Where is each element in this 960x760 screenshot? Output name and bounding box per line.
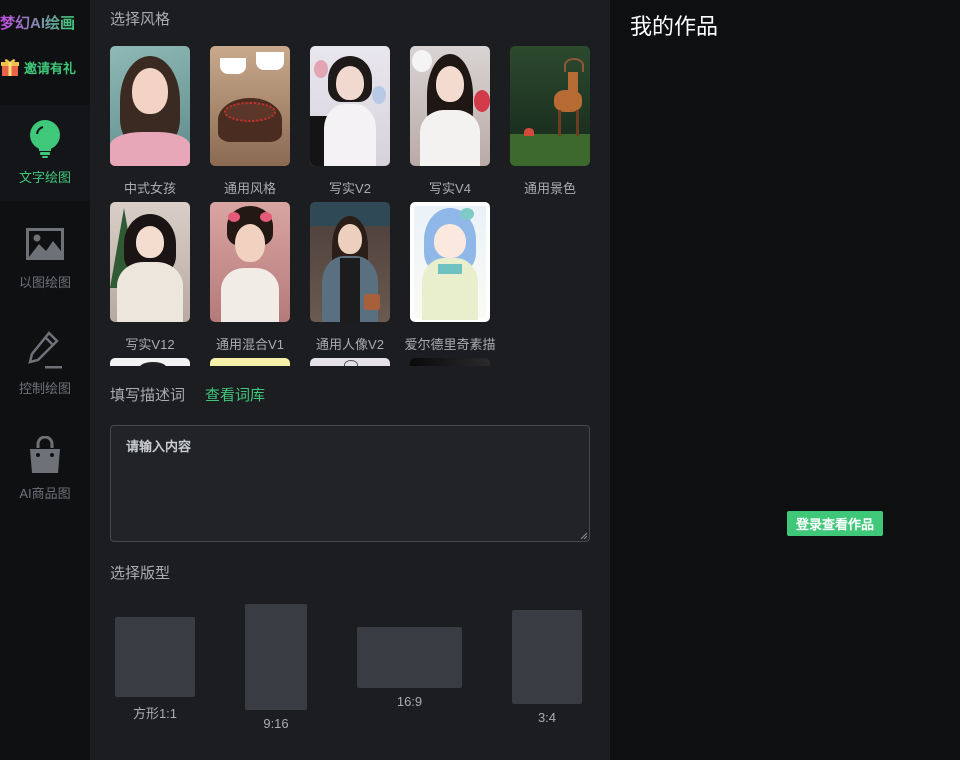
style-thumbnail: [110, 358, 190, 366]
format-option-3-4[interactable]: 3:4: [512, 610, 582, 725]
style-card[interactable]: 中式女孩: [110, 46, 190, 197]
format-preview: [115, 617, 195, 697]
style-thumbnail: [510, 46, 590, 166]
style-card[interactable]: 写实V4: [410, 46, 490, 197]
format-label: 方形1:1: [132, 706, 178, 721]
style-card[interactable]: 写实V12: [110, 202, 190, 353]
brand-logo-text[interactable]: 梦幻AI绘画: [0, 12, 90, 33]
prompt-label: 填写描述词: [110, 387, 186, 404]
style-label: 通用风格: [223, 181, 276, 196]
style-card[interactable]: 写实V2: [310, 46, 390, 197]
sidebar: 梦幻AI绘画 邀请有礼 文字绘图 以图绘图 控制绘图 AI商品图: [0, 0, 90, 760]
style-label: 通用景色: [523, 181, 576, 196]
format-preview: [357, 627, 462, 688]
style-card[interactable]: 爱尔德里奇素描: [404, 202, 496, 353]
nav-label: AI商品图: [19, 486, 71, 501]
style-thumbnail: [210, 46, 290, 166]
resize-handle-icon[interactable]: [580, 532, 588, 540]
format-option-landscape-16-9[interactable]: 16:9: [357, 627, 462, 709]
style-label: 写实V12: [125, 337, 175, 352]
style-thumbnail: [410, 202, 490, 322]
style-label: 通用人像V2: [316, 337, 384, 352]
lightbulb-icon: [25, 119, 65, 159]
format-label: 9:16: [263, 716, 289, 731]
format-label: 3:4: [537, 710, 557, 725]
style-card[interactable]: [310, 358, 390, 366]
style-grid: 中式女孩 通用风格 写实V2 写实V4 通用景色 写实V12 通用混合V1 通用…: [110, 46, 600, 366]
style-label: 爱尔德里奇素描: [404, 337, 496, 352]
prompt-header: 填写描述词 查看词库: [110, 384, 265, 405]
nav-ai-product-image[interactable]: AI商品图: [0, 421, 90, 517]
create-panel: 选择风格 中式女孩 通用风格 写实V2 写实V4 通用景色 写实V12 通用混合…: [90, 0, 610, 760]
style-thumbnail: [210, 358, 290, 366]
gift-icon: [0, 57, 20, 77]
format-option-square[interactable]: 方形1:1: [115, 617, 195, 722]
nav-label: 以图绘图: [18, 275, 71, 290]
format-option-portrait-9-16[interactable]: 9:16: [245, 604, 307, 731]
style-thumbnail: [410, 46, 490, 166]
style-thumbnail: [210, 202, 290, 322]
pen-icon: [25, 330, 65, 370]
style-label: 写实V2: [329, 181, 371, 196]
format-preview: [512, 610, 582, 704]
style-card[interactable]: 通用风格: [210, 46, 290, 197]
style-thumbnail: [110, 46, 190, 166]
style-thumbnail: [110, 202, 190, 322]
nav-label: 文字绘图: [18, 170, 71, 185]
login-to-view-works-button[interactable]: 登录查看作品: [787, 511, 883, 536]
view-word-library-link[interactable]: 查看词库: [205, 384, 265, 405]
my-works-title: 我的作品: [630, 14, 719, 39]
app-root: 梦幻AI绘画 邀请有礼 文字绘图 以图绘图 控制绘图 AI商品图 选择风格 中式…: [0, 0, 960, 760]
format-label: 16:9: [396, 694, 423, 709]
style-thumbnail: [410, 358, 490, 366]
nav-image-to-image[interactable]: 以图绘图: [0, 210, 90, 306]
invite-link[interactable]: 邀请有礼: [0, 56, 90, 78]
invite-label: 邀请有礼: [24, 60, 77, 76]
image-icon: [25, 224, 65, 264]
style-label: 通用混合V1: [216, 337, 284, 352]
shopping-bag-icon: [25, 435, 65, 475]
style-thumbnail: [310, 358, 390, 366]
style-card[interactable]: 通用景色: [510, 46, 590, 197]
style-thumbnail: [310, 46, 390, 166]
format-section-title: 选择版型: [110, 565, 171, 582]
style-card[interactable]: [110, 358, 190, 366]
nav-label: 控制绘图: [18, 381, 71, 396]
style-section-title: 选择风格: [110, 11, 171, 28]
style-thumbnail: [310, 202, 390, 322]
prompt-input[interactable]: [110, 425, 590, 542]
nav-control-drawing[interactable]: 控制绘图: [0, 316, 90, 412]
style-card[interactable]: [210, 358, 290, 366]
style-card[interactable]: 通用人像V2: [310, 202, 390, 353]
style-card[interactable]: [410, 358, 490, 366]
format-preview: [245, 604, 307, 710]
style-label: 中式女孩: [123, 181, 176, 196]
style-label: 写实V4: [429, 181, 471, 196]
nav-text-to-image[interactable]: 文字绘图: [0, 105, 90, 201]
style-card[interactable]: 通用混合V1: [210, 202, 290, 353]
my-works-panel: 我的作品 登录查看作品: [610, 0, 960, 760]
